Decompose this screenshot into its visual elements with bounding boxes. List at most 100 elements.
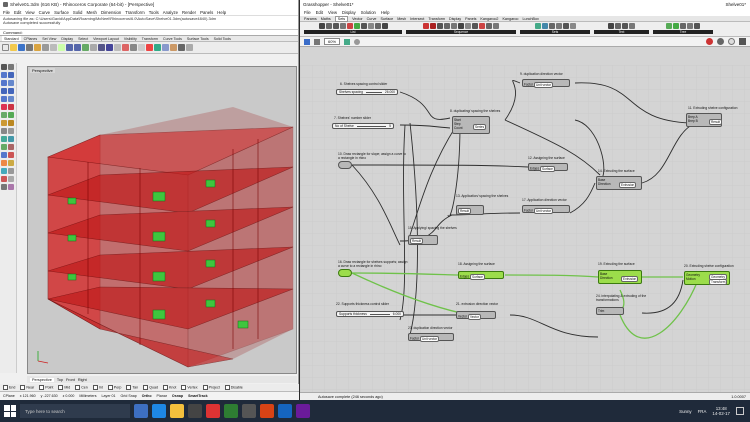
cut-icon[interactable]	[42, 44, 49, 51]
extrude-component[interactable]: Base Direction Extrusion	[596, 176, 642, 190]
shaded-preview-icon[interactable]	[728, 38, 735, 45]
slider-track[interactable]	[369, 313, 390, 315]
render-tool-icon[interactable]	[8, 184, 14, 190]
weather-text[interactable]: Sunny	[679, 409, 691, 414]
vp-tab-front[interactable]: Front	[66, 378, 75, 382]
supports-thickness-slider[interactable]: Supports thickness 6.000	[336, 311, 404, 317]
surface-tool-icon[interactable]	[1, 104, 7, 110]
status-smarttrack[interactable]: SmartTrack	[188, 394, 208, 398]
paste-icon[interactable]	[58, 44, 65, 51]
pan-icon[interactable]	[82, 44, 89, 51]
dispatch-icon[interactable]	[381, 23, 388, 29]
menu-render[interactable]: Render	[182, 10, 196, 15]
slider-track[interactable]	[366, 91, 382, 93]
move-tool-icon[interactable]	[1, 136, 7, 142]
rotate-view-icon[interactable]	[90, 44, 97, 51]
menu-surface[interactable]: Surface	[54, 10, 69, 15]
status-ortho[interactable]: Ortho	[142, 394, 152, 398]
language-indicator[interactable]: FRA	[698, 409, 707, 414]
series-component[interactable]: Start Step Count Series	[452, 116, 490, 134]
cull-pattern-icon[interactable]	[374, 23, 381, 29]
rhino-taskbar-icon[interactable]	[242, 404, 256, 418]
tab-viewport-layout[interactable]: Viewport Layout	[91, 36, 121, 41]
shelves-spacing-slider[interactable]: Shelves spacing 26.000	[336, 89, 398, 95]
zoom-icon[interactable]	[98, 44, 105, 51]
gh-tab-transform[interactable]: Transform	[428, 17, 445, 21]
group-tool-icon[interactable]	[8, 168, 14, 174]
gh-tab-panels[interactable]: Panels	[465, 17, 476, 21]
text-split-icon[interactable]	[622, 23, 628, 29]
repeat-icon[interactable]	[437, 23, 443, 29]
taskbar-search[interactable]: Type here to search	[20, 404, 130, 418]
boundary-surface-component[interactable]: Edges Surface	[528, 163, 568, 172]
split-list-icon[interactable]	[353, 23, 360, 29]
analyze-tool-icon[interactable]	[1, 184, 7, 190]
weave-icon[interactable]	[367, 23, 374, 29]
layer-icon[interactable]	[138, 44, 145, 51]
gh-tab-lunchbox[interactable]: LunchBox	[522, 17, 538, 21]
gh-menu-edit[interactable]: Edit	[316, 10, 323, 15]
rectangle-tool-icon[interactable]	[8, 88, 14, 94]
preview-icon[interactable]	[354, 38, 361, 45]
start-button[interactable]	[4, 405, 16, 417]
osnap-int[interactable]: Int	[93, 385, 103, 390]
graft-tree-icon[interactable]	[673, 23, 679, 29]
select-tool-icon[interactable]	[1, 64, 7, 70]
transform-tool-icon[interactable]	[8, 128, 14, 134]
gh-menu-display[interactable]: Display	[342, 10, 356, 15]
curve-param-component-2[interactable]	[338, 269, 352, 277]
redo-icon[interactable]	[74, 44, 81, 51]
mesh-tool-icon[interactable]	[1, 120, 7, 126]
box-tool-icon[interactable]	[8, 112, 14, 118]
create-set-icon[interactable]	[562, 23, 569, 29]
curve-tool-icon[interactable]	[1, 80, 7, 86]
menu-analyze[interactable]: Analyze	[163, 10, 178, 15]
array-tool-icon[interactable]	[1, 152, 7, 158]
trim-solid-component[interactable]: Brep A Brep B Result	[686, 113, 723, 127]
duplicate-icon[interactable]	[458, 23, 464, 29]
zoom-extents-icon[interactable]	[314, 38, 320, 45]
vp-tab-top[interactable]: Top	[57, 378, 63, 382]
osnap-point[interactable]: Point	[39, 385, 53, 390]
mirror-tool-icon[interactable]	[8, 144, 14, 150]
osnap-disable[interactable]: Disable	[225, 385, 243, 390]
copy-icon[interactable]	[50, 44, 57, 51]
jitter-icon[interactable]	[465, 23, 471, 29]
random-icon[interactable]	[444, 23, 450, 29]
new-file-icon[interactable]	[2, 44, 9, 51]
solid-tool-icon[interactable]	[1, 112, 7, 118]
move-component[interactable]: Result	[456, 205, 484, 215]
file-explorer-icon[interactable]	[170, 404, 184, 418]
chrome-icon[interactable]	[206, 404, 220, 418]
point-tool-icon[interactable]	[8, 64, 14, 70]
gh-tab-params[interactable]: Params	[304, 17, 317, 21]
tab-select[interactable]: Select	[76, 36, 90, 41]
set-difference-icon[interactable]	[548, 23, 555, 29]
menu-dimension[interactable]: Dimension	[101, 10, 121, 15]
concatenate-icon[interactable]	[608, 23, 614, 29]
material-icon[interactable]	[162, 44, 169, 51]
shelves-number-slider[interactable]: No of Shelve 5	[332, 123, 394, 129]
wireframe-preview-icon[interactable]	[717, 38, 724, 45]
gh-tab-display[interactable]: Display	[449, 17, 461, 21]
osnap-mid[interactable]: Mid	[58, 385, 70, 390]
text-join-icon[interactable]	[615, 23, 621, 29]
grasshopper-taskbar-icon[interactable]	[224, 404, 238, 418]
zoom-extents-icon[interactable]	[106, 44, 113, 51]
shift-list-icon[interactable]	[339, 23, 346, 29]
member-index-icon[interactable]	[555, 23, 562, 29]
menu-edit[interactable]: Edit	[14, 10, 21, 15]
gh-tab-vector[interactable]: Vector	[352, 17, 362, 21]
osnap-tan[interactable]: Tan	[126, 385, 138, 390]
word-icon[interactable]	[278, 404, 292, 418]
join-tool-icon[interactable]	[8, 160, 14, 166]
tab-set-view[interactable]: Set View	[40, 36, 58, 41]
char-sequence-icon[interactable]	[486, 23, 492, 29]
app-icon[interactable]	[296, 404, 310, 418]
task-view-icon[interactable]	[134, 404, 148, 418]
vector-component[interactable]: Vector Vector	[456, 311, 496, 320]
menu-tools[interactable]: Tools	[149, 10, 159, 15]
viewport-label[interactable]: Perspective	[30, 68, 55, 73]
gh-menu-solution[interactable]: Solution	[361, 10, 376, 15]
edge-icon[interactable]	[152, 404, 166, 418]
